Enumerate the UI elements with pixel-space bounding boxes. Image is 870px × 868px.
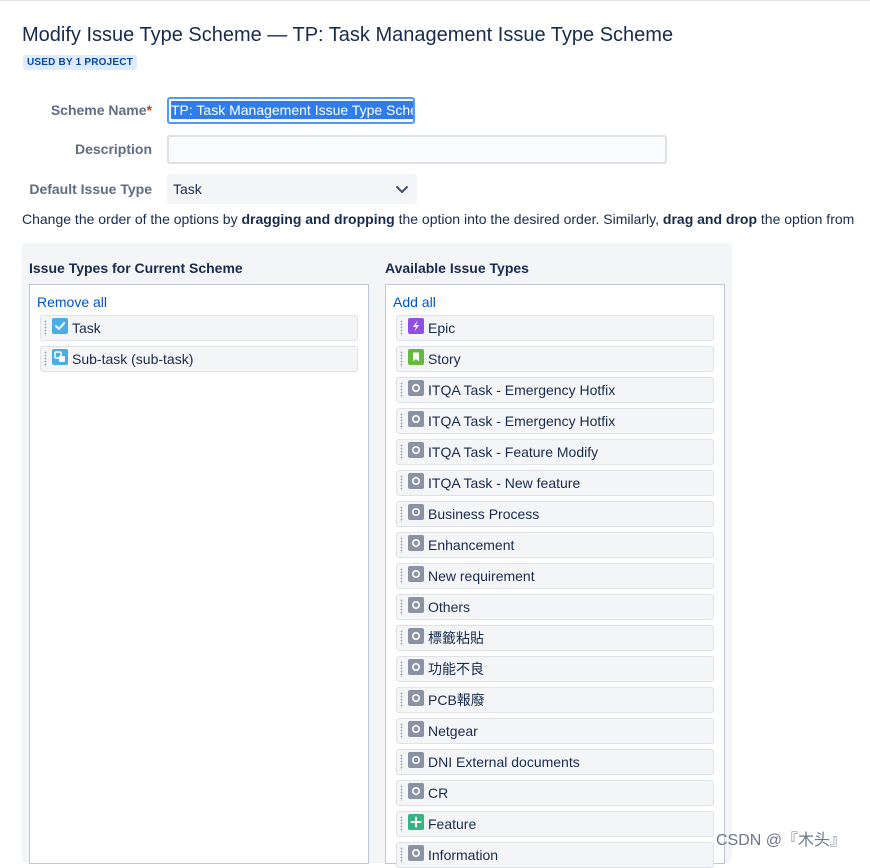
generic-issue-icon bbox=[408, 597, 424, 613]
remove-all-link[interactable]: Remove all bbox=[37, 294, 107, 310]
drag-handle-icon[interactable] bbox=[400, 413, 403, 429]
drag-handle-icon[interactable] bbox=[400, 692, 403, 708]
drag-handle-icon[interactable] bbox=[400, 506, 403, 522]
drag-handle-icon[interactable] bbox=[400, 320, 403, 336]
chevron-down-icon bbox=[396, 186, 408, 193]
generic-issue-icon bbox=[408, 504, 424, 520]
issue-type-item[interactable]: PCB報廢 bbox=[396, 687, 714, 713]
drag-handle-icon[interactable] bbox=[44, 320, 47, 336]
task-icon bbox=[52, 318, 68, 334]
issue-type-label: Sub-task (sub-task) bbox=[72, 351, 194, 367]
current-scheme-heading: Issue Types for Current Scheme bbox=[29, 260, 243, 276]
issue-type-item[interactable]: Task bbox=[40, 315, 358, 341]
issue-type-item[interactable]: Netgear bbox=[396, 718, 714, 744]
generic-issue-icon bbox=[408, 535, 424, 551]
drag-handle-icon[interactable] bbox=[400, 475, 403, 491]
issue-type-label: Information bbox=[428, 847, 499, 863]
issue-type-label: Task bbox=[72, 320, 101, 336]
description-label: Description bbox=[74, 141, 152, 157]
issue-type-label: PCB報廢 bbox=[428, 692, 485, 708]
generic-issue-icon bbox=[408, 845, 424, 861]
issue-type-label: ITQA Task - Emergency Hotfix bbox=[428, 382, 616, 398]
issue-type-label: CR bbox=[428, 785, 449, 801]
required-marker: * bbox=[146, 102, 152, 118]
available-types-heading: Available Issue Types bbox=[385, 260, 529, 276]
issue-type-label: New requirement bbox=[428, 568, 535, 584]
drag-handle-icon[interactable] bbox=[400, 444, 403, 460]
drag-handle-icon[interactable] bbox=[400, 568, 403, 584]
generic-issue-icon bbox=[408, 752, 424, 768]
generic-issue-icon bbox=[408, 442, 424, 458]
issue-type-label: ITQA Task - Feature Modify bbox=[428, 444, 599, 460]
issue-type-label: ITQA Task - Emergency Hotfix bbox=[428, 413, 616, 429]
drag-handle-icon[interactable] bbox=[400, 351, 403, 367]
issue-type-item[interactable]: Epic bbox=[396, 315, 714, 341]
help-text: Change the order of the options by dragg… bbox=[22, 211, 855, 227]
generic-issue-icon bbox=[408, 721, 424, 737]
page-title: Modify Issue Type Scheme — TP: Task Mana… bbox=[22, 24, 674, 46]
issue-type-label: 功能不良 bbox=[428, 661, 484, 677]
issue-type-item[interactable]: CR bbox=[396, 780, 714, 806]
issue-type-label: Feature bbox=[428, 816, 477, 832]
drag-handle-icon[interactable] bbox=[400, 599, 403, 615]
issue-type-label: Story bbox=[428, 351, 461, 367]
scheme-name-input[interactable]: TP: Task Management Issue Type Scher bbox=[167, 97, 415, 124]
description-input[interactable] bbox=[167, 135, 667, 164]
generic-issue-icon bbox=[408, 659, 424, 675]
issue-type-item[interactable]: DNI External documents bbox=[396, 749, 714, 775]
issue-type-item[interactable]: 標籤粘貼 bbox=[396, 625, 714, 651]
issue-type-item[interactable]: New requirement bbox=[396, 563, 714, 589]
drag-handle-icon[interactable] bbox=[400, 847, 403, 863]
drag-handle-icon[interactable] bbox=[400, 630, 403, 646]
issue-type-item[interactable]: Story bbox=[396, 346, 714, 372]
default-issue-type-label: Default Issue Type bbox=[29, 181, 152, 197]
issue-type-item[interactable]: Feature bbox=[396, 811, 714, 837]
drag-handle-icon[interactable] bbox=[400, 723, 403, 739]
issue-type-label: Netgear bbox=[428, 723, 478, 739]
drag-handle-icon[interactable] bbox=[400, 382, 403, 398]
default-issue-type-select[interactable]: Task bbox=[167, 174, 417, 204]
default-issue-type-value: Task bbox=[173, 181, 202, 197]
new-feature-icon bbox=[408, 814, 424, 830]
issue-type-label: 標籤粘貼 bbox=[428, 630, 484, 646]
generic-issue-icon bbox=[408, 783, 424, 799]
issue-type-item[interactable]: Others bbox=[396, 594, 714, 620]
issue-type-item[interactable]: Business Process bbox=[396, 501, 714, 527]
issue-type-label: Enhancement bbox=[428, 537, 515, 553]
usage-badge: USED BY 1 PROJECT bbox=[23, 55, 138, 70]
drag-handle-icon[interactable] bbox=[400, 537, 403, 553]
drag-handle-icon[interactable] bbox=[400, 661, 403, 677]
generic-issue-icon bbox=[408, 566, 424, 582]
add-all-link[interactable]: Add all bbox=[393, 294, 436, 310]
generic-issue-icon bbox=[408, 628, 424, 644]
issue-type-label: DNI External documents bbox=[428, 754, 580, 770]
drag-handle-icon[interactable] bbox=[400, 785, 403, 801]
epic-icon bbox=[408, 318, 424, 334]
issue-type-item[interactable]: Enhancement bbox=[396, 532, 714, 558]
issue-type-item[interactable]: ITQA Task - Feature Modify bbox=[396, 439, 714, 465]
issue-type-label: Others bbox=[428, 599, 471, 615]
generic-issue-icon bbox=[408, 473, 424, 489]
drag-handle-icon[interactable] bbox=[400, 754, 403, 770]
issue-type-item[interactable]: ITQA Task - New feature bbox=[396, 470, 714, 496]
scheme-name-label: Scheme Name* bbox=[50, 102, 152, 118]
issue-type-label: Epic bbox=[428, 320, 456, 336]
issue-type-item[interactable]: Information bbox=[396, 842, 714, 868]
generic-issue-icon bbox=[408, 380, 424, 396]
issue-type-item[interactable]: ITQA Task - Emergency Hotfix bbox=[396, 377, 714, 403]
subtask-icon bbox=[52, 349, 68, 365]
story-icon bbox=[408, 349, 424, 365]
generic-issue-icon bbox=[408, 690, 424, 706]
issue-type-label: Business Process bbox=[428, 506, 540, 522]
generic-issue-icon bbox=[408, 411, 424, 427]
issue-type-item[interactable]: ITQA Task - Emergency Hotfix bbox=[396, 408, 714, 434]
top-divider bbox=[0, 0, 870, 1]
issue-type-item[interactable]: 功能不良 bbox=[396, 656, 714, 682]
drag-handle-icon[interactable] bbox=[44, 351, 47, 367]
issue-type-item[interactable]: Sub-task (sub-task) bbox=[40, 346, 358, 372]
scheme-name-value: TP: Task Management Issue Type Scher bbox=[171, 101, 413, 119]
drag-handle-icon[interactable] bbox=[400, 816, 403, 832]
issue-type-label: ITQA Task - New feature bbox=[428, 475, 581, 491]
watermark: CSDN @『木头』 bbox=[716, 832, 847, 849]
